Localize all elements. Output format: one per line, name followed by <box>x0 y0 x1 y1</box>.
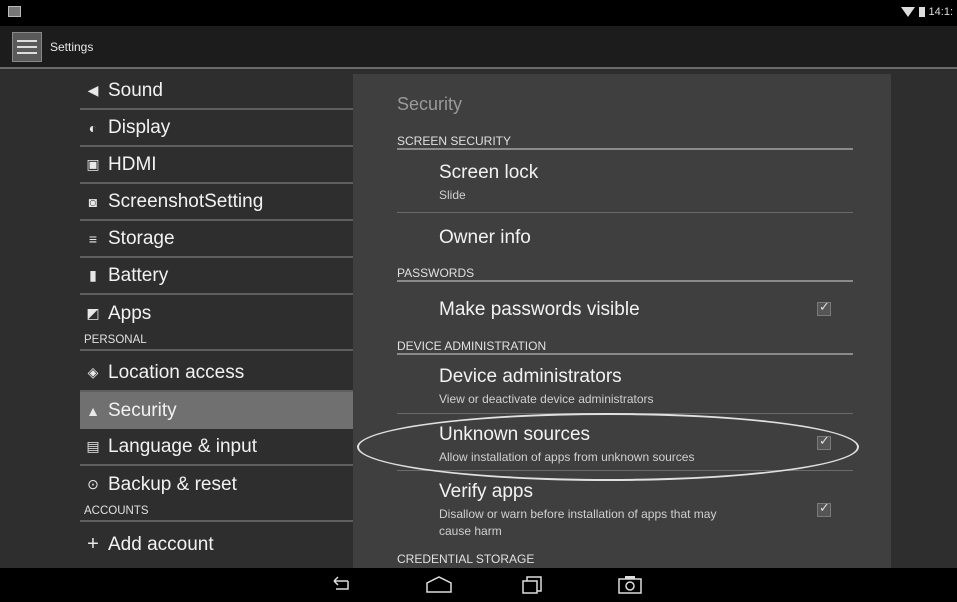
action-bar: Settings <box>0 26 957 69</box>
sidebar-item-display[interactable]: ◐ Display <box>80 110 353 147</box>
item-title: Make passwords visible <box>439 299 640 320</box>
screen-security-header: SCREEN SECURITY <box>397 128 853 150</box>
screen-lock-item[interactable]: Screen lock Slide <box>397 152 853 213</box>
sidebar-item-security[interactable]: ▲ Security <box>80 392 353 429</box>
highlight-ellipse <box>357 413 859 481</box>
item-title: Owner info <box>439 227 531 248</box>
owner-info-item[interactable]: Owner info <box>397 213 853 263</box>
plus-icon: + <box>87 533 99 555</box>
sidebar-item-label: Storage <box>108 227 175 249</box>
security-settings-panel: Security SCREEN SECURITY Screen lock Sli… <box>353 74 891 568</box>
sidebar-item-label: HDMI <box>108 153 157 175</box>
verify-apps-item[interactable]: Verify apps Disallow or warn before inst… <box>397 471 853 548</box>
accounts-header: ACCOUNTS <box>80 505 353 522</box>
item-title: Device administrators <box>439 366 622 387</box>
make-passwords-visible-checkbox[interactable] <box>817 300 831 316</box>
sidebar-item-apps[interactable]: ◩ Apps <box>80 295 353 332</box>
sidebar-item-location[interactable]: ◈ Location access <box>80 355 353 392</box>
gallery-notification-icon <box>8 6 21 17</box>
apps-icon: ◩ <box>86 305 100 321</box>
hdmi-icon: ▣ <box>86 156 100 172</box>
sidebar-item-label: Language & input <box>108 435 257 457</box>
clock: 14:1: <box>928 6 953 18</box>
verify-apps-checkbox[interactable] <box>817 501 831 517</box>
recent-apps-icon[interactable] <box>520 574 544 596</box>
personal-header: PERSONAL <box>80 334 353 351</box>
item-title: Verify apps <box>439 481 533 502</box>
item-summary: View or deactivate device administrators <box>439 392 654 406</box>
sidebar-item-label: Security <box>108 399 177 421</box>
sidebar-item-label: Sound <box>108 79 163 101</box>
location-icon: ◈ <box>87 364 99 380</box>
navigation-bar <box>0 568 957 602</box>
home-icon[interactable] <box>424 574 454 596</box>
sidebar-item-add-account[interactable]: + Add account <box>80 526 353 563</box>
sidebar-item-label: Battery <box>108 264 169 286</box>
settings-app-icon[interactable] <box>12 32 42 62</box>
backup-icon: ⊙ <box>87 476 99 492</box>
keyboard-icon: ▤ <box>86 438 100 454</box>
brightness-icon: ◐ <box>88 119 98 136</box>
sidebar-item-label: Location access <box>108 361 245 383</box>
camera-icon: ◙ <box>88 193 98 210</box>
sidebar-item-hdmi[interactable]: ▣ HDMI <box>80 147 353 184</box>
settings-headers-list: ◀ Sound ◐ Display ▣ HDMI ◙ ScreenshotSet… <box>80 71 353 568</box>
storage-icon: ≡ <box>88 230 98 247</box>
sidebar-item-language[interactable]: ▤ Language & input <box>80 429 353 466</box>
device-administration-header: DEVICE ADMINISTRATION <box>397 333 853 355</box>
sidebar-item-backup[interactable]: ⊙ Backup & reset <box>80 466 353 503</box>
sidebar-item-label: Add account <box>108 533 214 555</box>
battery-status-icon <box>918 7 925 17</box>
sidebar-item-label: Display <box>108 116 171 138</box>
sidebar-item-storage[interactable]: ≡ Storage <box>80 221 353 258</box>
screenshot-icon[interactable] <box>617 574 643 596</box>
tablet-screen: 14:1: Settings ◀ Sound ◐ Display ▣ HDMI <box>0 0 957 602</box>
lock-icon: ▲ <box>86 402 100 419</box>
item-title: Screen lock <box>439 162 539 183</box>
speaker-icon: ◀ <box>87 82 99 98</box>
page-title: Security <box>397 94 463 114</box>
credential-storage-header: CREDENTIAL STORAGE <box>397 552 535 566</box>
device-administrators-item[interactable]: Device administrators View or deactivate… <box>397 357 853 414</box>
settings-content: ◀ Sound ◐ Display ▣ HDMI ◙ ScreenshotSet… <box>0 71 957 568</box>
sidebar-item-sound[interactable]: ◀ Sound <box>80 73 353 110</box>
status-bar: 14:1: <box>0 0 957 26</box>
battery-icon: ▮ <box>89 267 97 283</box>
sidebar-item-label: Backup & reset <box>108 473 237 495</box>
make-passwords-visible-item[interactable]: Make passwords visible <box>397 284 853 334</box>
action-bar-title: Settings <box>50 40 94 54</box>
item-summary: Slide <box>439 188 466 202</box>
sidebar-item-label: Apps <box>108 302 152 324</box>
passwords-header: PASSWORDS <box>397 260 853 282</box>
sidebar-item-screenshot[interactable]: ◙ ScreenshotSetting <box>80 184 353 221</box>
sidebar-item-battery[interactable]: ▮ Battery <box>80 258 353 295</box>
back-icon[interactable] <box>328 574 352 596</box>
item-summary-continued: cause harm <box>439 524 502 538</box>
wifi-icon <box>900 7 915 17</box>
item-summary: Disallow or warn before installation of … <box>439 507 717 521</box>
sidebar-item-label: ScreenshotSetting <box>108 190 264 212</box>
